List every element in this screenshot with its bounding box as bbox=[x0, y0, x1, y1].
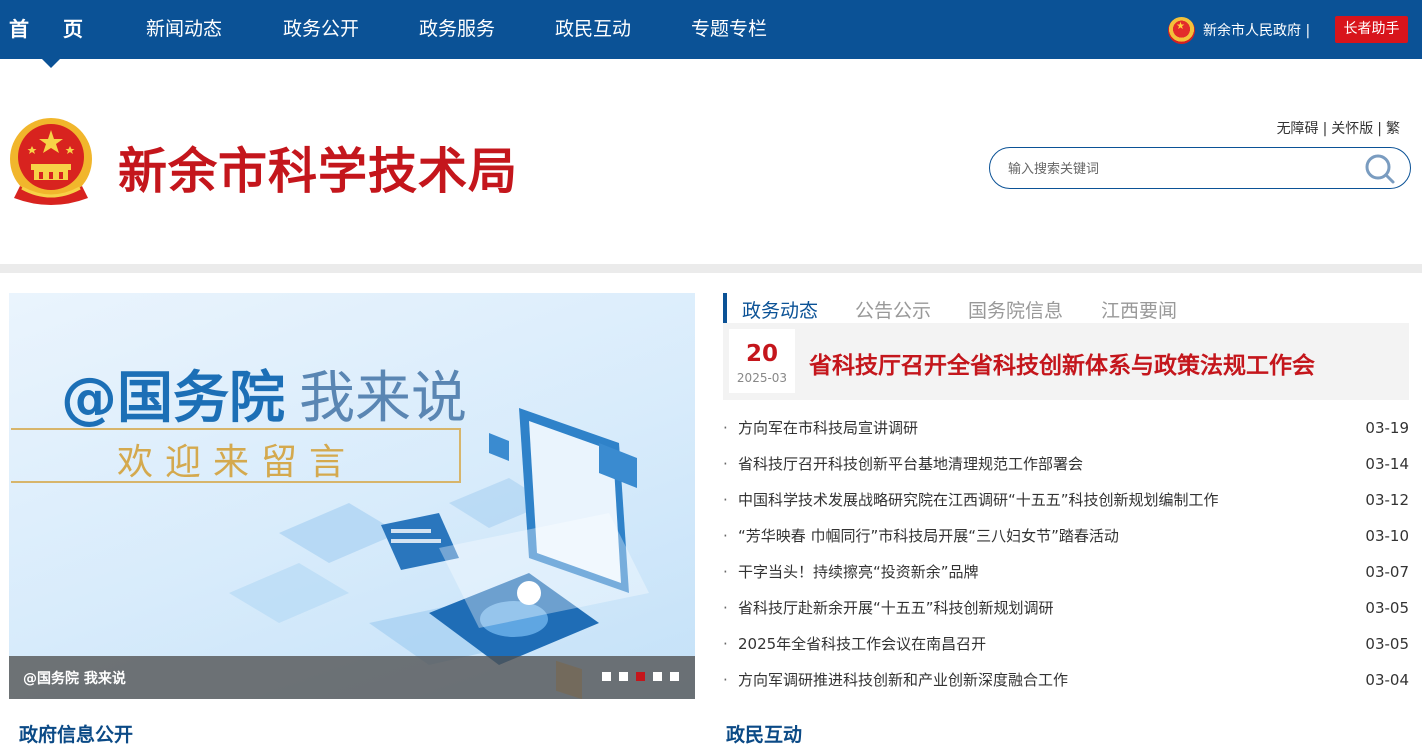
search-icon[interactable] bbox=[1364, 153, 1396, 185]
news-list-item[interactable]: · 2025年全省科技工作会议在南昌召开 03-05 bbox=[723, 626, 1409, 662]
news-item-title[interactable]: 2025年全省科技工作会议在南昌召开 bbox=[738, 626, 986, 662]
carousel-dot[interactable] bbox=[619, 672, 628, 681]
tab-jiangxi-news[interactable]: 江西要闻 bbox=[1101, 296, 1177, 323]
news-item-title[interactable]: 中国科学技术发展战略研究院在江西调研“十五五”科技创新规划编制工作 bbox=[738, 482, 1219, 518]
section-title-gov-info[interactable]: 政府信息公开 bbox=[19, 720, 133, 747]
nav-special-topics[interactable]: 专题专栏 bbox=[691, 0, 767, 59]
news-list-item[interactable]: · 方向军在市科技局宣讲调研 03-19 bbox=[723, 410, 1409, 446]
list-bullet: · bbox=[723, 599, 728, 617]
news-tabs: 政务动态 公告公示 国务院信息 江西要闻 bbox=[723, 293, 1409, 325]
headline-day: 20 bbox=[745, 341, 778, 367]
news-item-date: 03-10 bbox=[1365, 527, 1409, 545]
news-list-item[interactable]: · 省科技厅召开科技创新平台基地清理规范工作部署会 03-14 bbox=[723, 446, 1409, 482]
news-list-item[interactable]: · 干字当头！持续擦亮“投资新余”品牌 03-07 bbox=[723, 554, 1409, 590]
city-gov-label: 新余市人民政府 | bbox=[1203, 23, 1311, 39]
tab-announcements[interactable]: 公告公示 bbox=[855, 296, 931, 323]
list-bullet: · bbox=[723, 635, 728, 653]
news-item-date: 03-04 bbox=[1365, 671, 1409, 689]
nav-home[interactable]: 首页 bbox=[9, 0, 117, 59]
top-nav: 首页 新闻动态 政务公开 政务服务 政民互动 专题专栏 新余市人民政府 | 长者… bbox=[0, 0, 1422, 59]
util-separator: | bbox=[1322, 121, 1328, 137]
news-item-date: 03-12 bbox=[1365, 491, 1409, 509]
list-bullet: · bbox=[723, 563, 728, 581]
nav-interaction[interactable]: 政民互动 bbox=[555, 0, 631, 59]
news-item-title[interactable]: 省科技厅召开科技创新平台基地清理规范工作部署会 bbox=[738, 446, 1083, 482]
banner-caption-bar: @国务院 我来说 bbox=[9, 656, 695, 699]
city-gov-link[interactable]: 新余市人民政府 | bbox=[1168, 14, 1310, 46]
headline-date: 20 2025-03 bbox=[729, 329, 795, 393]
news-list-item[interactable]: · 省科技厅赴新余开展“十五五”科技创新规划调研 03-05 bbox=[723, 590, 1409, 626]
headline-title[interactable]: 省科技厅召开全省科技创新体系与政策法规工作会 bbox=[809, 346, 1315, 380]
search-box bbox=[989, 147, 1411, 189]
carousel-dots bbox=[602, 672, 679, 681]
news-item-date: 03-05 bbox=[1365, 635, 1409, 653]
carousel-dot[interactable] bbox=[636, 672, 645, 681]
banner-title: @国务院 我来说 bbox=[61, 353, 467, 434]
active-nav-indicator bbox=[42, 59, 60, 68]
banner-carousel[interactable]: @国务院 我来说 欢迎来留言 @国务院 我来说 bbox=[9, 293, 695, 699]
tab-gov-news[interactable]: 政务动态 bbox=[742, 296, 818, 323]
news-item-date: 03-14 bbox=[1365, 455, 1409, 473]
national-emblem-icon bbox=[1168, 16, 1195, 44]
banner-title-main: @国务院 bbox=[61, 366, 285, 431]
banner-subtitle: 欢迎来留言 bbox=[117, 442, 358, 483]
carousel-dot[interactable] bbox=[670, 672, 679, 681]
tab-state-council[interactable]: 国务院信息 bbox=[968, 296, 1063, 323]
banner-title-light: 我来说 bbox=[299, 366, 467, 431]
news-item-title[interactable]: 省科技厅赴新余开展“十五五”科技创新规划调研 bbox=[738, 590, 1054, 626]
news-item-date: 03-19 bbox=[1365, 419, 1409, 437]
carousel-dot[interactable] bbox=[653, 672, 662, 681]
news-item-date: 03-07 bbox=[1365, 563, 1409, 581]
nav-gov-affairs-public[interactable]: 政务公开 bbox=[283, 0, 359, 59]
list-bullet: · bbox=[723, 671, 728, 689]
accessibility-link[interactable]: 无障碍 bbox=[1277, 121, 1319, 137]
utility-links: 无障碍 | 关怀版 | 繁 bbox=[1277, 118, 1400, 138]
carousel-dot[interactable] bbox=[602, 672, 611, 681]
news-list-item[interactable]: · 中国科学技术发展战略研究院在江西调研“十五五”科技创新规划编制工作 03-12 bbox=[723, 482, 1409, 518]
banner-caption[interactable]: @国务院 我来说 bbox=[23, 668, 126, 688]
nav-gov-services[interactable]: 政务服务 bbox=[419, 0, 495, 59]
news-item-title[interactable]: 方向军调研推进科技创新和产业创新深度融合工作 bbox=[738, 662, 1068, 698]
search-input[interactable] bbox=[1008, 158, 1348, 180]
list-bullet: · bbox=[723, 419, 728, 437]
news-item-date: 03-05 bbox=[1365, 599, 1409, 617]
nav-news[interactable]: 新闻动态 bbox=[146, 0, 222, 59]
news-item-title[interactable]: 方向军在市科技局宣讲调研 bbox=[738, 410, 918, 446]
site-title: 新余市科学技术局 bbox=[118, 143, 519, 200]
news-item-title[interactable]: 干字当头！持续擦亮“投资新余”品牌 bbox=[738, 554, 979, 590]
national-emblem-icon bbox=[10, 118, 92, 205]
headline-news[interactable]: 20 2025-03 省科技厅召开全省科技创新体系与政策法规工作会 bbox=[723, 323, 1409, 400]
section-title-interaction[interactable]: 政民互动 bbox=[726, 720, 802, 747]
elder-assistant-button[interactable]: 长者助手 bbox=[1335, 16, 1408, 43]
headline-year-month: 2025-03 bbox=[736, 371, 788, 385]
traditional-chinese-link[interactable]: 繁 bbox=[1386, 121, 1400, 137]
news-item-title[interactable]: “芳华映春 巾帼同行”市科技局开展“三八妇女节”踏春活动 bbox=[738, 518, 1119, 554]
list-bullet: · bbox=[723, 527, 728, 545]
list-bullet: · bbox=[723, 491, 728, 509]
news-list-item[interactable]: · “芳华映春 巾帼同行”市科技局开展“三八妇女节”踏春活动 03-10 bbox=[723, 518, 1409, 554]
care-version-link[interactable]: 关怀版 bbox=[1331, 121, 1373, 137]
news-list-item[interactable]: · 方向军调研推进科技创新和产业创新深度融合工作 03-04 bbox=[723, 662, 1409, 698]
header-divider bbox=[0, 264, 1422, 273]
news-list: · 方向军在市科技局宣讲调研 03-19 · 省科技厅召开科技创新平台基地清理规范工作部… bbox=[723, 410, 1409, 698]
util-separator: | bbox=[1377, 121, 1382, 137]
list-bullet: · bbox=[723, 455, 728, 473]
